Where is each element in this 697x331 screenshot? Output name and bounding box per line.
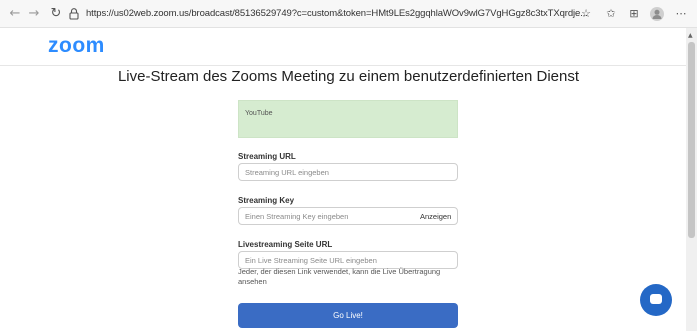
page-url-placeholder: Ein Live Streaming Seite URL eingeben: [245, 256, 377, 265]
streaming-url-label: Streaming URL: [238, 152, 296, 161]
page-url-label: Livestreaming Seite URL: [238, 240, 333, 249]
streaming-url-placeholder: Streaming URL eingeben: [245, 168, 329, 177]
star-icon[interactable]: ☆: [578, 6, 594, 22]
lock-icon: [69, 8, 79, 20]
back-icon[interactable]: ←: [7, 6, 23, 22]
reload-icon[interactable]: ↻: [48, 6, 64, 22]
favorites-icon[interactable]: ✩: [603, 6, 619, 22]
zoom-logo[interactable]: zoom: [48, 34, 105, 58]
forward-icon[interactable]: →: [26, 6, 42, 22]
profile-icon[interactable]: [649, 6, 665, 22]
collections-icon[interactable]: ⊞: [626, 6, 642, 22]
page-url-help-text: Jeder, der diesen Link verwendet, kann d…: [238, 267, 441, 286]
streaming-key-placeholder: Einen Streaming Key eingeben: [245, 212, 349, 221]
service-panel: [238, 100, 458, 138]
go-live-label[interactable]: Go Live!: [238, 311, 458, 320]
show-key-button[interactable]: Anzeigen: [420, 212, 451, 221]
service-label: YouTube: [245, 110, 273, 117]
url-text[interactable]: https://us02web.zoom.us/broadcast/851365…: [86, 8, 588, 19]
streaming-key-label: Streaming Key: [238, 196, 295, 205]
chat-icon[interactable]: [650, 294, 662, 304]
more-icon[interactable]: ⋯: [673, 6, 689, 22]
page-title: Live-Stream des Zooms Meeting zu einem b…: [117, 68, 580, 85]
scroll-up-icon[interactable]: ▲: [688, 32, 693, 39]
